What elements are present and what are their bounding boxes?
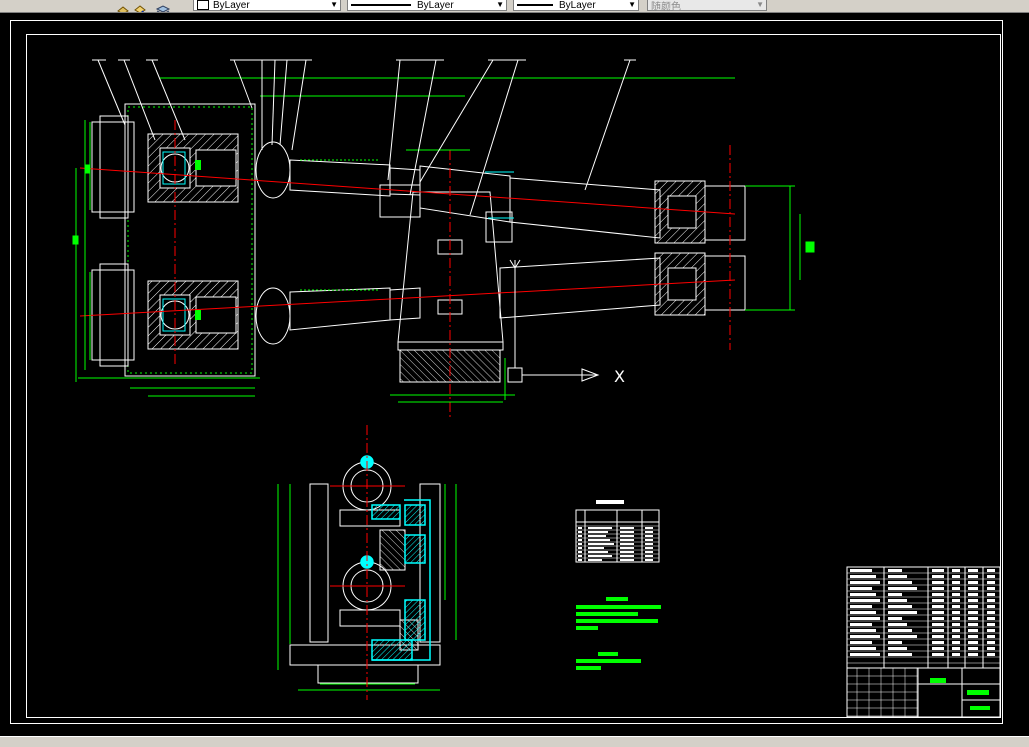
properties-toolbar: ByLayer ▼ ByLayer ▼ ByLayer ▼ 随颜色 ▼ — [0, 0, 1029, 13]
plotstyle-combo-value: 随颜色 — [651, 1, 681, 13]
side-view[interactable] — [289, 461, 441, 684]
plotstyle-combo[interactable]: 随颜色 ▼ — [647, 0, 767, 13]
color-combo[interactable]: ByLayer ▼ — [193, 0, 341, 11]
cad-drawing[interactable]: X — [0, 13, 1029, 735]
linetype-swatch-icon — [351, 4, 411, 6]
linetype-combo[interactable]: ByLayer ▼ — [347, 0, 507, 11]
layer-previous-icon[interactable] — [133, 0, 147, 12]
layer-state-icon[interactable] — [116, 0, 130, 12]
chevron-down-icon[interactable]: ▼ — [756, 0, 764, 9]
color-swatch-icon — [197, 0, 209, 10]
lineweight-swatch-icon — [517, 4, 553, 6]
chevron-down-icon[interactable]: ▼ — [628, 0, 636, 9]
chevron-down-icon[interactable]: ▼ — [496, 0, 504, 9]
title-block-labels — [930, 678, 990, 710]
linetype-combo-value: ByLayer — [417, 0, 454, 11]
color-combo-value: ByLayer — [213, 0, 250, 11]
title-block-text — [850, 569, 995, 656]
chevron-down-icon[interactable]: ▼ — [330, 0, 338, 9]
ucs-icon — [507, 259, 600, 383]
status-bar — [0, 736, 1029, 747]
front-view[interactable] — [91, 103, 746, 383]
layers-icon[interactable] — [155, 0, 171, 12]
lineweight-combo[interactable]: ByLayer ▼ — [513, 0, 639, 11]
model-space-canvas[interactable]: X — [0, 13, 1029, 735]
parameter-table[interactable] — [575, 500, 660, 563]
technical-notes — [576, 597, 661, 670]
lineweight-combo-value: ByLayer — [559, 0, 596, 11]
ucs-x-axis-label: X — [614, 367, 625, 386]
